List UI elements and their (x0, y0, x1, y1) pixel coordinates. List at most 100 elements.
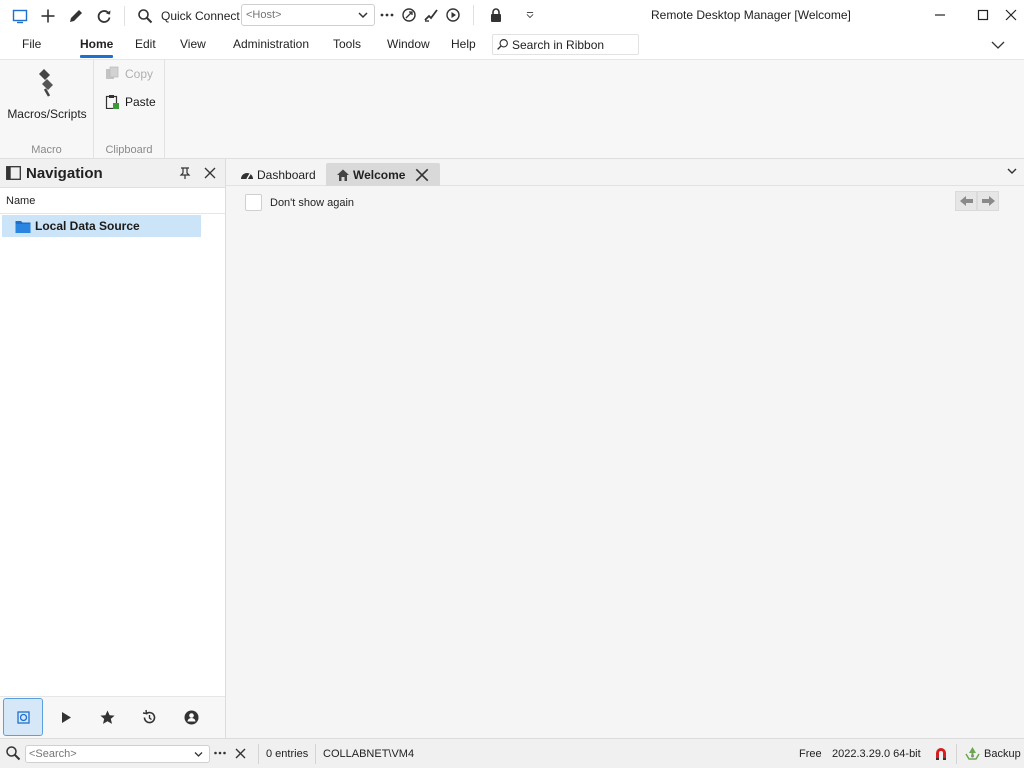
current-user: COLLABNET\VM4 (323, 748, 415, 760)
arrow-right-icon (981, 196, 995, 206)
user-icon (184, 710, 198, 724)
more-icon[interactable] (213, 747, 227, 759)
paste-label: Paste (125, 94, 156, 109)
new-window-icon[interactable] (6, 2, 34, 30)
paste-button[interactable]: Paste (105, 94, 156, 109)
play-circle-icon[interactable] (444, 6, 462, 24)
tree-item-local-data-source[interactable]: Local Data Source (2, 215, 201, 237)
navigation-icon (16, 710, 30, 724)
tab-welcome[interactable]: Welcome (326, 163, 440, 186)
close-button[interactable] (994, 0, 1024, 30)
paste-icon (105, 95, 119, 109)
history-arrows (955, 191, 999, 211)
magnet-icon[interactable] (933, 746, 949, 762)
navigation-pane: Navigation Name Local Data Source (0, 159, 226, 738)
dashboard-icon (241, 172, 253, 179)
version-label: 2022.3.29.0 64-bit (832, 748, 921, 760)
pin-icon[interactable] (178, 166, 192, 180)
macros-scripts-button[interactable]: Macros/Scripts (6, 64, 88, 128)
add-icon[interactable] (34, 2, 62, 30)
name-column-header[interactable]: Name (0, 189, 225, 214)
menu-file[interactable]: File (22, 37, 41, 51)
tab-navigation[interactable] (3, 698, 43, 736)
edit-icon[interactable] (62, 2, 90, 30)
close-icon[interactable] (203, 166, 217, 180)
chevron-down-icon[interactable] (1006, 165, 1018, 177)
status-search-input[interactable] (29, 748, 184, 760)
maximize-icon (977, 9, 989, 21)
backup-icon[interactable] (964, 745, 981, 762)
more-icon[interactable] (378, 6, 396, 24)
menu-help[interactable]: Help (451, 37, 476, 51)
search-icon (6, 746, 21, 761)
copy-icon (106, 66, 119, 79)
backup-label[interactable]: Backup (984, 748, 1021, 760)
clipboard-group-caption: Clipboard (105, 144, 153, 156)
clear-search-icon[interactable] (235, 748, 246, 759)
status-search-box[interactable] (25, 745, 210, 763)
connect-icon[interactable] (400, 6, 418, 24)
chevron-down-icon[interactable] (193, 749, 204, 760)
window-title: Remote Desktop Manager [Welcome] (651, 8, 851, 22)
document-tabstrip: Dashboard Welcome (226, 159, 1024, 186)
ribbon-search[interactable]: Search in Ribbon (492, 34, 639, 55)
menu-administration[interactable]: Administration (233, 37, 309, 51)
menu-view[interactable]: View (180, 37, 206, 51)
tab-user[interactable] (171, 698, 211, 736)
check-icon[interactable] (422, 6, 440, 24)
play-icon (61, 711, 71, 723)
host-input[interactable] (246, 9, 351, 21)
status-bar: 0 entries COLLABNET\VM4 Free 2022.3.29.0… (0, 738, 1024, 768)
refresh-icon[interactable] (90, 2, 118, 30)
ribbon-search-label: Search in Ribbon (512, 37, 605, 52)
separator (124, 5, 125, 26)
host-input-box[interactable] (241, 4, 375, 26)
dont-show-again-label: Don't show again (270, 196, 355, 209)
ribbon: Macros/Scripts Macro Copy Paste Clipboar… (0, 59, 1024, 159)
chevron-down-icon[interactable] (356, 8, 370, 22)
navigation-bottom-tabs (0, 696, 225, 738)
dont-show-again-checkbox[interactable] (245, 194, 262, 211)
forward-button[interactable] (977, 191, 999, 211)
macros-scripts-label: Macros/Scripts (7, 107, 87, 121)
copy-button[interactable]: Copy (105, 66, 153, 81)
copy-label: Copy (125, 66, 154, 81)
home-icon (337, 169, 349, 181)
menu-tools[interactable]: Tools (333, 37, 361, 51)
tab-recent[interactable] (129, 698, 169, 736)
search-icon (497, 39, 508, 50)
navigation-header: Navigation (0, 159, 225, 188)
tab-welcome-label: Welcome (353, 167, 406, 182)
tab-dashboard-label: Dashboard (257, 167, 316, 182)
menu-window[interactable]: Window (387, 37, 430, 51)
tab-open-sessions[interactable] (45, 698, 85, 736)
minimize-button[interactable] (923, 0, 957, 30)
title-bar: Quick Connect Remote Desktop Manager [We… (0, 0, 1024, 31)
license-status: Free (799, 748, 822, 760)
search-icon[interactable] (131, 2, 159, 30)
lock-icon[interactable] (482, 1, 510, 29)
menu-home[interactable]: Home (80, 37, 113, 51)
tab-favorites[interactable] (87, 698, 127, 736)
collapse-ribbon-icon[interactable] (990, 37, 1006, 53)
ribbon-group-macro: Macros/Scripts Macro (0, 60, 94, 159)
navigation-pane-icon (6, 166, 21, 180)
minimize-icon (935, 14, 945, 16)
separator (315, 744, 316, 764)
back-button[interactable] (955, 191, 977, 211)
entries-count: 0 entries (266, 748, 309, 760)
close-icon (1005, 9, 1017, 21)
customize-toolbar-icon[interactable] (516, 1, 544, 29)
separator (473, 5, 474, 25)
macro-group-caption: Macro (31, 144, 62, 156)
star-icon (99, 710, 115, 724)
dont-show-again-row[interactable]: Don't show again (245, 194, 354, 211)
welcome-content: Don't show again (226, 187, 1024, 738)
active-menu-indicator (80, 55, 113, 58)
macro-icon (39, 69, 53, 97)
name-column-label: Name (6, 195, 36, 207)
separator (258, 744, 259, 764)
tab-dashboard[interactable]: Dashboard (238, 163, 318, 186)
close-tab-icon[interactable] (415, 168, 429, 182)
menu-edit[interactable]: Edit (135, 37, 156, 51)
